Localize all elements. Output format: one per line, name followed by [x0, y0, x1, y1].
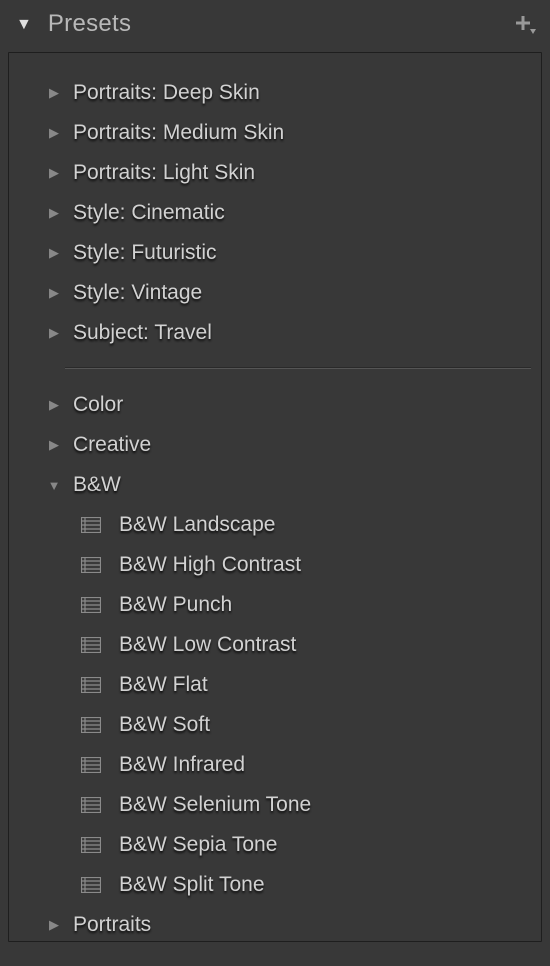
- preset-item[interactable]: B&W Infrared: [19, 745, 531, 785]
- preset-icon: [81, 557, 101, 573]
- preset-item[interactable]: B&W High Contrast: [19, 545, 531, 585]
- preset-group[interactable]: ▶ Portraits: Light Skin: [19, 153, 531, 193]
- preset-item-label: B&W Selenium Tone: [119, 793, 311, 817]
- preset-item-label: B&W Split Tone: [119, 873, 265, 897]
- preset-group[interactable]: ▶ Color: [19, 385, 531, 425]
- preset-icon: [81, 837, 101, 853]
- preset-group-expanded[interactable]: ▼ B&W: [19, 465, 531, 505]
- preset-icon: [81, 717, 101, 733]
- preset-item[interactable]: B&W Selenium Tone: [19, 785, 531, 825]
- chevron-right-icon: ▶: [43, 397, 65, 413]
- preset-item-label: B&W Soft: [119, 713, 210, 737]
- preset-group[interactable]: ▶ Style: Futuristic: [19, 233, 531, 273]
- chevron-right-icon: ▶: [43, 325, 65, 341]
- preset-icon: [81, 677, 101, 693]
- add-preset-button[interactable]: [512, 12, 536, 36]
- chevron-right-icon: ▶: [43, 125, 65, 141]
- preset-group-label: Portraits: Light Skin: [73, 161, 255, 185]
- panel-header[interactable]: ▼ Presets: [0, 0, 550, 48]
- divider: [65, 367, 531, 369]
- preset-group[interactable]: ▶ Style: Cinematic: [19, 193, 531, 233]
- chevron-right-icon: ▶: [43, 285, 65, 301]
- preset-group[interactable]: ▶ Portraits: [19, 905, 531, 945]
- preset-group-label: Style: Futuristic: [73, 241, 217, 265]
- preset-icon: [81, 797, 101, 813]
- preset-icon: [81, 877, 101, 893]
- preset-group-label: Subject: Travel: [73, 321, 212, 345]
- preset-icon: [81, 757, 101, 773]
- preset-group-label: Style: Vintage: [73, 281, 202, 305]
- preset-item-label: B&W Sepia Tone: [119, 833, 277, 857]
- preset-group-label: Portraits: [73, 913, 151, 937]
- chevron-right-icon: ▶: [43, 917, 65, 933]
- preset-item[interactable]: B&W Split Tone: [19, 865, 531, 905]
- preset-group-label: Portraits: Deep Skin: [73, 81, 260, 105]
- preset-group-label: Style: Cinematic: [73, 201, 225, 225]
- preset-item[interactable]: B&W Landscape: [19, 505, 531, 545]
- chevron-right-icon: ▶: [43, 165, 65, 181]
- preset-item[interactable]: B&W Soft: [19, 705, 531, 745]
- preset-icon: [81, 637, 101, 653]
- panel-body: ▶ Portraits: Deep Skin ▶ Portraits: Medi…: [8, 52, 542, 942]
- preset-group[interactable]: ▶ Portraits: Medium Skin: [19, 113, 531, 153]
- chevron-right-icon: ▶: [43, 245, 65, 261]
- preset-item[interactable]: B&W Low Contrast: [19, 625, 531, 665]
- preset-item-label: B&W Infrared: [119, 753, 245, 777]
- preset-group-label: B&W: [73, 473, 121, 497]
- preset-item[interactable]: B&W Flat: [19, 665, 531, 705]
- preset-group[interactable]: ▶ Subject: Travel: [19, 313, 531, 353]
- chevron-right-icon: ▶: [43, 437, 65, 453]
- panel-title: Presets: [48, 10, 131, 38]
- preset-group-label: Portraits: Medium Skin: [73, 121, 284, 145]
- preset-item-label: B&W Punch: [119, 593, 232, 617]
- preset-icon: [81, 597, 101, 613]
- chevron-down-icon: ▼: [43, 478, 65, 493]
- preset-item-label: B&W Low Contrast: [119, 633, 296, 657]
- preset-icon: [81, 517, 101, 533]
- chevron-right-icon: ▶: [43, 85, 65, 101]
- preset-item[interactable]: B&W Punch: [19, 585, 531, 625]
- chevron-right-icon: ▶: [43, 205, 65, 221]
- preset-item[interactable]: B&W Sepia Tone: [19, 825, 531, 865]
- preset-group[interactable]: ▶ Creative: [19, 425, 531, 465]
- preset-group[interactable]: ▶ Style: Vintage: [19, 273, 531, 313]
- preset-group[interactable]: ▶ Portraits: Deep Skin: [19, 73, 531, 113]
- preset-group-label: Creative: [73, 433, 151, 457]
- preset-group-label: Color: [73, 393, 123, 417]
- preset-item-label: B&W High Contrast: [119, 553, 301, 577]
- panel-disclosure-icon: ▼: [16, 16, 32, 34]
- preset-item-label: B&W Flat: [119, 673, 208, 697]
- preset-item-label: B&W Landscape: [119, 513, 275, 537]
